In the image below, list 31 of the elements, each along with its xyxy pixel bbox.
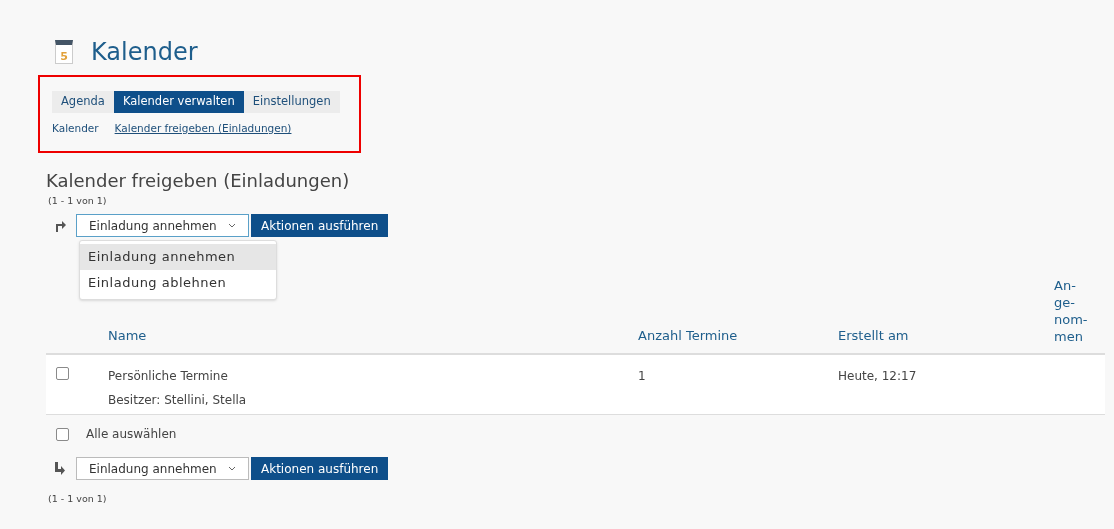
subnav-link[interactable]: Kalender (52, 121, 99, 137)
select-all-label: Alle auswählen (86, 426, 177, 443)
tab[interactable]: Agenda (52, 91, 114, 113)
calendar-icon: 5 (55, 40, 73, 64)
column-header[interactable]: An-ge-nom-men (1054, 277, 1088, 345)
section-title: Kalender freigeben (Einladungen) (46, 168, 351, 193)
chevron-down-icon (228, 466, 236, 471)
result-count: (1 - 1 von 1) (48, 193, 108, 208)
dropdown-option[interactable]: Einladung annehmen (80, 244, 276, 270)
action-select[interactable]: Einladung annehmen (76, 457, 249, 480)
tab[interactable]: Einstellungen (243, 91, 340, 113)
action-select[interactable]: Einladung annehmen (76, 214, 249, 237)
column-header[interactable]: Anzahl Termine (638, 325, 838, 345)
chevron-down-icon (228, 223, 236, 228)
table-cell-text: Heute, 12:17 (838, 368, 918, 385)
dropdown-option[interactable]: Einladung ablehnen (80, 270, 276, 296)
calendar-name: Persönliche Termine (108, 368, 229, 385)
tab[interactable]: Kalender verwalten (113, 91, 244, 113)
subnav-link[interactable]: Kalender freigeben (Einladungen) (114, 121, 292, 137)
checkbox[interactable] (56, 427, 69, 441)
checkbox[interactable] (56, 367, 69, 380)
run-actions-button[interactable]: Aktionen ausführen (251, 214, 389, 237)
column-header[interactable]: Name (108, 325, 638, 345)
owner-text: Besitzer: Stellini, Stella (108, 392, 248, 409)
column-header[interactable]: Erstellt am (838, 325, 1054, 345)
arrow-turn-down-icon (54, 462, 66, 475)
result-count: (1 - 1 von 1) (48, 492, 108, 506)
page-title: Kalender (91, 37, 198, 68)
run-actions-button[interactable]: Aktionen ausführen (251, 457, 389, 480)
table-cell-text: 1 (638, 368, 647, 385)
arrow-turn-right-icon (54, 219, 66, 232)
